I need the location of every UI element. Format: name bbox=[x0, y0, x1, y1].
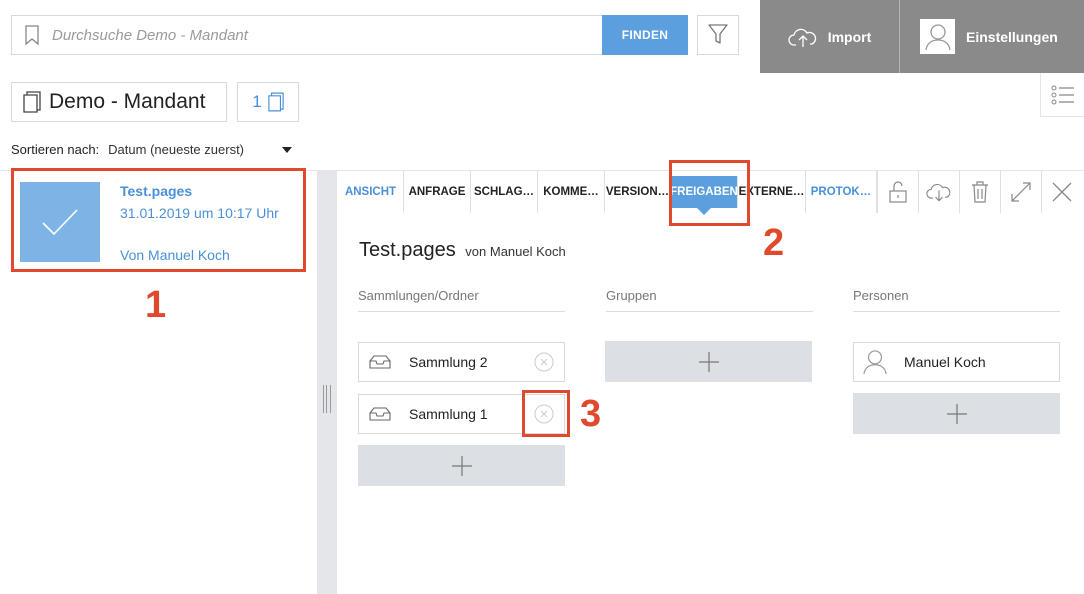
plus-icon bbox=[451, 455, 472, 476]
list-view-toggle[interactable] bbox=[1040, 73, 1084, 117]
plus-icon bbox=[698, 351, 719, 372]
inbox-icon bbox=[359, 355, 401, 369]
tab-ansicht[interactable]: ANSICHT bbox=[338, 171, 404, 213]
delete-button[interactable] bbox=[959, 171, 1000, 213]
detail-title: Test.pages von Manuel Koch bbox=[359, 239, 566, 262]
add-collection-button[interactable] bbox=[358, 445, 565, 486]
sort-label: Sortieren nach: bbox=[11, 142, 100, 157]
tab-versionen[interactable]: VERSION… bbox=[605, 171, 671, 213]
plus-icon bbox=[946, 403, 967, 424]
documents-icon bbox=[23, 91, 41, 113]
find-button[interactable]: FINDEN bbox=[602, 15, 688, 55]
close-icon bbox=[1052, 182, 1072, 202]
collection-chip: Sammlung 2 bbox=[358, 342, 565, 382]
cloud-upload-icon bbox=[788, 28, 816, 47]
selection-count: 1 bbox=[252, 92, 262, 111]
highlight-box-3 bbox=[522, 390, 570, 437]
inbox-icon bbox=[359, 407, 401, 421]
tab-schlagworte[interactable]: SCHLAG… bbox=[471, 171, 538, 213]
unlock-icon bbox=[889, 181, 907, 203]
mandant-name: Demo - Mandant bbox=[49, 90, 206, 113]
collection-label: Sammlung 2 bbox=[409, 354, 488, 370]
download-button[interactable] bbox=[918, 171, 959, 213]
mandant-selector[interactable]: Demo - Mandant bbox=[11, 82, 227, 122]
list-icon bbox=[1051, 85, 1074, 104]
chevron-down-icon[interactable] bbox=[282, 146, 293, 153]
unlock-button[interactable] bbox=[877, 171, 918, 213]
person-chip: Manuel Koch bbox=[853, 342, 1060, 382]
add-group-button[interactable] bbox=[605, 341, 812, 382]
header-actions: Import Einstellungen bbox=[760, 0, 1084, 73]
trash-icon bbox=[972, 181, 988, 203]
persons-header: Personen bbox=[853, 288, 1060, 312]
filter-button[interactable] bbox=[697, 15, 739, 55]
person-label: Manuel Koch bbox=[904, 354, 986, 370]
panel-splitter[interactable] bbox=[317, 171, 337, 594]
expand-button[interactable] bbox=[1000, 171, 1041, 213]
sort-value[interactable]: Datum (neueste zuerst) bbox=[108, 142, 244, 157]
annotation-number-3: 3 bbox=[580, 393, 602, 435]
search-bar bbox=[11, 15, 603, 55]
close-button[interactable] bbox=[1041, 171, 1082, 213]
groups-header: Gruppen bbox=[606, 288, 813, 312]
remove-collection-button[interactable] bbox=[524, 352, 564, 372]
remove-icon bbox=[534, 352, 554, 372]
detail-toolbar bbox=[877, 171, 1082, 213]
collection-label: Sammlung 1 bbox=[409, 406, 488, 422]
detail-tabs: ANSICHT ANFRAGE SCHLAG… KOMME… VERSION… … bbox=[338, 171, 877, 215]
tab-kommentare[interactable]: KOMME… bbox=[538, 171, 605, 213]
tab-protokoll[interactable]: PROTOK… bbox=[806, 171, 877, 213]
collections-header: Sammlungen/Ordner bbox=[358, 288, 565, 312]
import-button[interactable]: Import bbox=[760, 0, 900, 73]
filter-icon bbox=[708, 24, 728, 44]
selection-count-button[interactable]: 1 bbox=[237, 82, 299, 122]
settings-button[interactable]: Einstellungen bbox=[900, 0, 1084, 73]
documents-icon bbox=[268, 92, 284, 112]
settings-label: Einstellungen bbox=[966, 28, 1058, 45]
annotation-number-2: 2 bbox=[763, 222, 785, 264]
search-input[interactable] bbox=[52, 26, 582, 44]
cloud-download-icon bbox=[926, 184, 951, 202]
tab-anfrage[interactable]: ANFRAGE bbox=[404, 171, 471, 213]
bookmark-icon[interactable] bbox=[12, 25, 52, 45]
highlight-box-2 bbox=[669, 160, 750, 226]
import-label: Import bbox=[827, 28, 872, 45]
detail-document-name: Test.pages bbox=[359, 239, 456, 261]
drag-handle-icon[interactable] bbox=[323, 385, 331, 413]
add-person-button[interactable] bbox=[853, 393, 1060, 434]
expand-icon bbox=[1011, 182, 1031, 202]
highlight-box-1 bbox=[11, 168, 306, 272]
annotation-number-1: 1 bbox=[145, 284, 167, 326]
detail-author: von Manuel Koch bbox=[465, 244, 566, 259]
sort-control[interactable]: Sortieren nach: Datum (neueste zuerst) bbox=[11, 142, 293, 157]
user-icon bbox=[854, 349, 896, 375]
user-avatar-icon bbox=[920, 19, 955, 54]
